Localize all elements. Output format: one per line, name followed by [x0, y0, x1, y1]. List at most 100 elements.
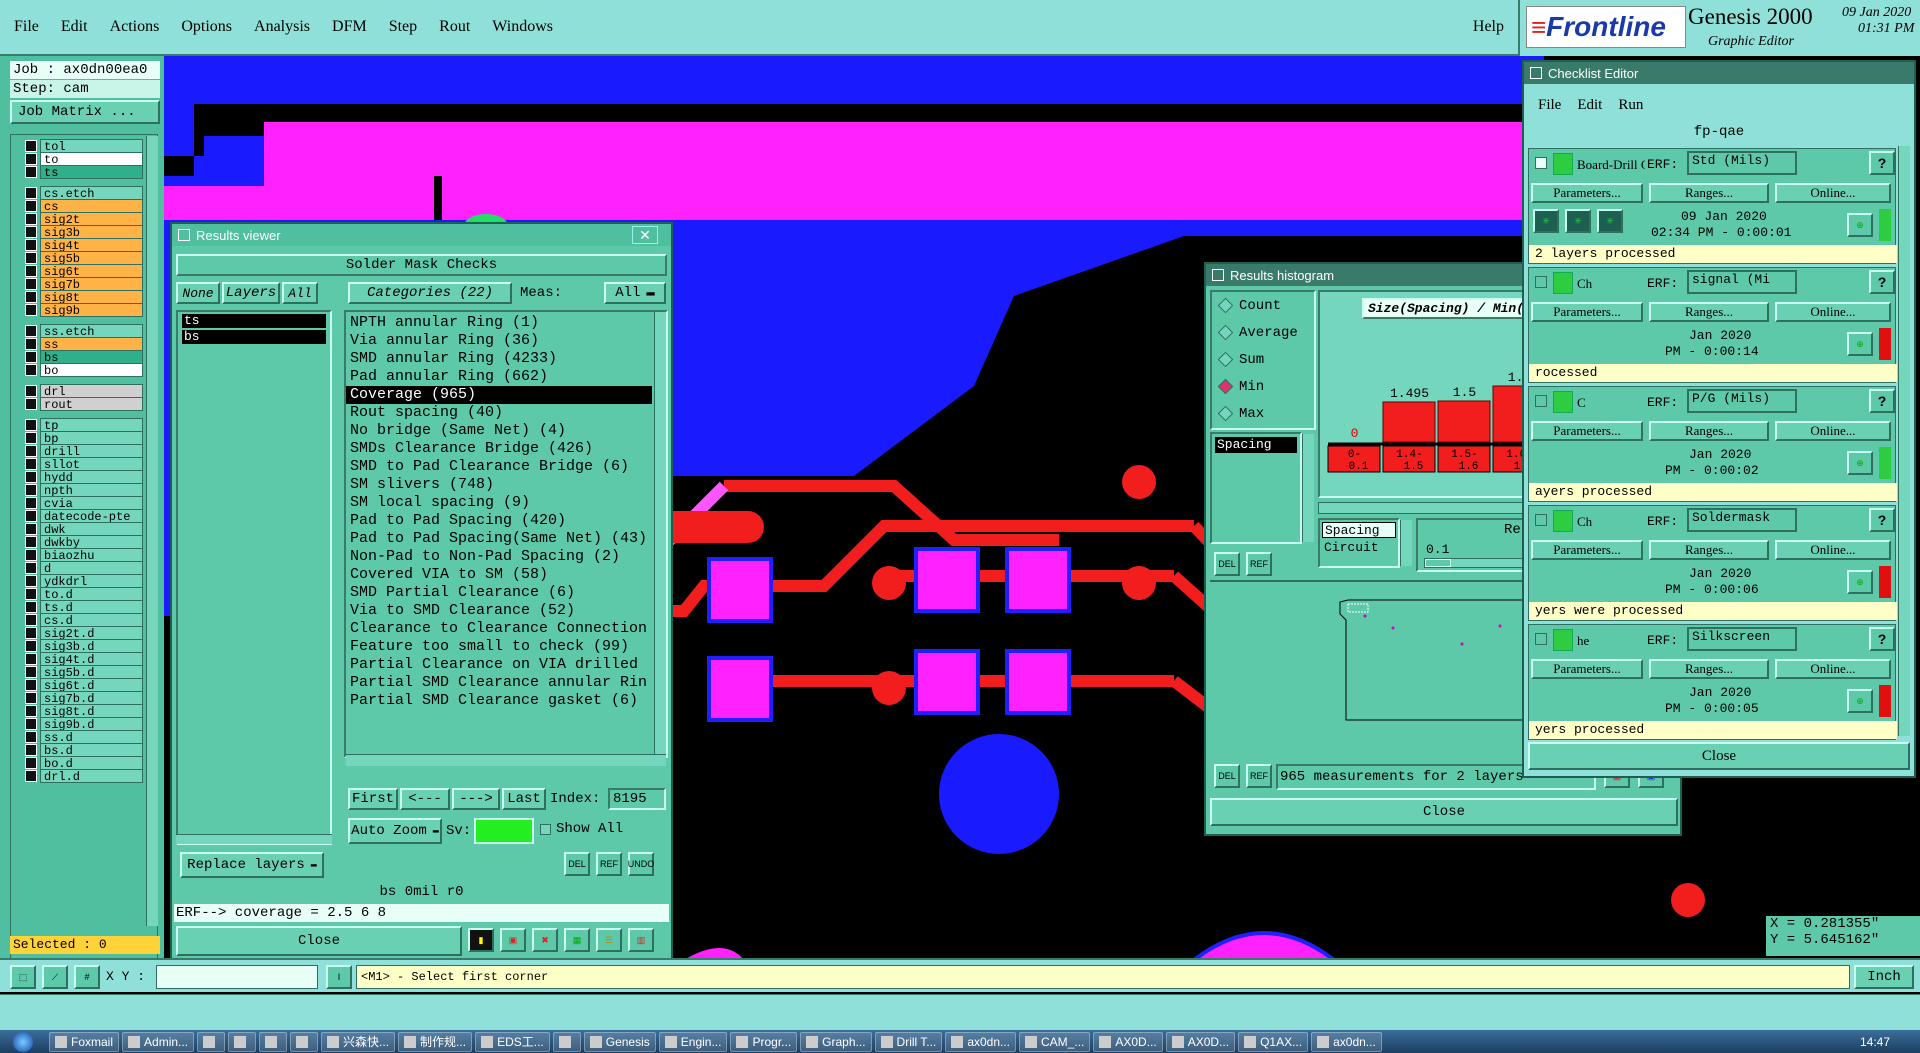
- taskbar-item[interactable]: Graph...: [800, 1031, 872, 1052]
- taskbar-item[interactable]: AX0D...: [1093, 1031, 1163, 1052]
- category-vscroll[interactable]: [654, 312, 666, 756]
- layer-checkbox[interactable]: [25, 304, 37, 316]
- checklist-menu-edit[interactable]: Edit: [1577, 97, 1602, 114]
- ranges-button[interactable]: Ranges...: [1649, 421, 1769, 441]
- layer-row-sig3b[interactable]: sig3b: [25, 225, 143, 239]
- zoom-icon[interactable]: ⊕: [1847, 689, 1873, 713]
- layer-row-bo-d[interactable]: bo.d: [25, 756, 143, 770]
- layer-row-cs[interactable]: cs: [25, 199, 143, 213]
- layer-row-sig6t-d[interactable]: sig6t.d: [25, 678, 143, 692]
- layers-tab[interactable]: Layers: [222, 282, 280, 304]
- measure-list-item[interactable]: Spacing: [1215, 437, 1297, 453]
- online-button[interactable]: Online...: [1775, 302, 1891, 322]
- start-button[interactable]: [0, 1030, 46, 1053]
- layer-scrollbar[interactable]: [146, 136, 158, 926]
- action-checkbox[interactable]: [1535, 276, 1547, 288]
- layer-checkbox[interactable]: [25, 200, 37, 212]
- layer-row-sllot[interactable]: sllot: [25, 457, 143, 471]
- layer-row-sig8t-d[interactable]: sig8t.d: [25, 704, 143, 718]
- first-button[interactable]: First: [348, 788, 398, 810]
- layer-checkbox[interactable]: [25, 278, 37, 290]
- layer-row-dwk[interactable]: dwk: [25, 522, 143, 536]
- layer-checkbox[interactable]: [25, 213, 37, 225]
- layer-row-drl[interactable]: drl: [25, 384, 143, 398]
- help-icon[interactable]: ?: [1869, 270, 1895, 294]
- layer-checkbox[interactable]: [25, 398, 37, 410]
- layer-row-cvia[interactable]: cvia: [25, 496, 143, 510]
- taskbar-item[interactable]: Foxmail: [49, 1031, 120, 1052]
- layer-checkbox[interactable]: [25, 351, 37, 363]
- checklist-vscroll[interactable]: [1898, 146, 1910, 736]
- layer-row-cs-etch[interactable]: cs.etch: [25, 186, 143, 200]
- erf-value[interactable]: signal (Mi: [1687, 270, 1797, 294]
- menu-actions[interactable]: Actions: [110, 18, 160, 36]
- layer-row-ss-etch[interactable]: ss.etch: [25, 324, 143, 338]
- replace-layers-select[interactable]: Replace layers ▬: [180, 852, 324, 878]
- layer-checkbox[interactable]: [25, 718, 37, 730]
- del-icon[interactable]: DEL: [1214, 552, 1240, 576]
- stop-action-icon[interactable]: ✳: [1565, 209, 1591, 233]
- layer-checkbox[interactable]: [25, 575, 37, 587]
- layer-checkbox[interactable]: [25, 549, 37, 561]
- help-icon[interactable]: ?: [1869, 508, 1895, 532]
- category-item[interactable]: Rout spacing (40): [346, 404, 666, 422]
- taskbar-item[interactable]: Engin...: [658, 1031, 728, 1052]
- layer-checkbox[interactable]: [25, 692, 37, 704]
- filter-icon[interactable]: ✖: [532, 928, 558, 952]
- menu-options[interactable]: Options: [181, 18, 232, 36]
- action-checkbox[interactable]: [1535, 157, 1547, 169]
- layer-row-d[interactable]: d: [25, 561, 143, 575]
- layer-row-dwkby[interactable]: dwkby: [25, 535, 143, 549]
- category-item[interactable]: Coverage (965): [346, 386, 652, 404]
- erf-value[interactable]: Soldermask: [1687, 508, 1797, 532]
- result-layer-item[interactable]: bs: [182, 330, 326, 344]
- taskbar-item[interactable]: [259, 1031, 288, 1052]
- taskbar-item[interactable]: AX0D...: [1165, 1031, 1236, 1052]
- mode-radio-max[interactable]: Max: [1212, 400, 1314, 427]
- layer-checkbox[interactable]: [25, 458, 37, 470]
- category-item[interactable]: SMD Partial Clearance (6): [346, 584, 666, 602]
- online-button[interactable]: Online...: [1775, 659, 1891, 679]
- layer-checkbox[interactable]: [25, 338, 37, 350]
- category-item[interactable]: Partial Clearance on VIA drilled: [346, 656, 666, 674]
- layer-row-sig2t[interactable]: sig2t: [25, 212, 143, 226]
- categories-tab[interactable]: Categories (22): [348, 282, 512, 304]
- menu-dfm[interactable]: DFM: [332, 18, 367, 36]
- result-layer-item[interactable]: ts: [182, 314, 326, 328]
- menu-file[interactable]: File: [14, 18, 39, 36]
- layer-checkbox[interactable]: [25, 265, 37, 277]
- layer-row-ydkdrl[interactable]: ydkdrl: [25, 574, 143, 588]
- layer-checkbox[interactable]: [25, 187, 37, 199]
- category-item[interactable]: Feature too small to check (99): [346, 638, 666, 656]
- close-icon[interactable]: ✕: [632, 226, 658, 244]
- layer-checkbox[interactable]: [25, 497, 37, 509]
- category-item[interactable]: Partial SMD Clearance annular Rin: [346, 674, 666, 692]
- layer-row-bs-d[interactable]: bs.d: [25, 743, 143, 757]
- layer-row-sig3b-d[interactable]: sig3b.d: [25, 639, 143, 653]
- histogram-bar[interactable]: [1437, 400, 1491, 443]
- layer-row-ss[interactable]: ss: [25, 337, 143, 351]
- checklist-menu-run[interactable]: Run: [1618, 97, 1643, 114]
- layer-row-ss-d[interactable]: ss.d: [25, 730, 143, 744]
- histogram-icon[interactable]: ▥: [628, 928, 654, 952]
- layer-checkbox[interactable]: [25, 627, 37, 639]
- layer-checkbox[interactable]: [25, 601, 37, 613]
- taskbar-item[interactable]: Progr...: [730, 1031, 798, 1052]
- menu-help[interactable]: Help: [1473, 18, 1504, 36]
- layer-checkbox[interactable]: [25, 166, 37, 178]
- parameters-button[interactable]: Parameters...: [1531, 421, 1643, 441]
- measure-tool-icon[interactable]: ⟋: [42, 965, 68, 989]
- category-item[interactable]: Pad to Pad Spacing(Same Net) (43): [346, 530, 666, 548]
- info-icon[interactable]: I: [326, 965, 352, 989]
- del-icon[interactable]: DEL: [1214, 764, 1240, 788]
- layer-row-sig7b[interactable]: sig7b: [25, 277, 143, 291]
- taskbar-item[interactable]: CAM_...: [1019, 1031, 1091, 1052]
- layer-checkbox[interactable]: [25, 140, 37, 152]
- category-item[interactable]: SMD annular Ring (4233): [346, 350, 666, 368]
- results-close-button[interactable]: Close: [176, 926, 462, 956]
- action-name[interactable]: Ch: [1577, 276, 1645, 292]
- online-button[interactable]: Online...: [1775, 540, 1891, 560]
- taskbar-item[interactable]: ax0dn...: [1311, 1031, 1382, 1052]
- help-icon[interactable]: ?: [1869, 389, 1895, 413]
- mode-radio-sum[interactable]: Sum: [1212, 346, 1314, 373]
